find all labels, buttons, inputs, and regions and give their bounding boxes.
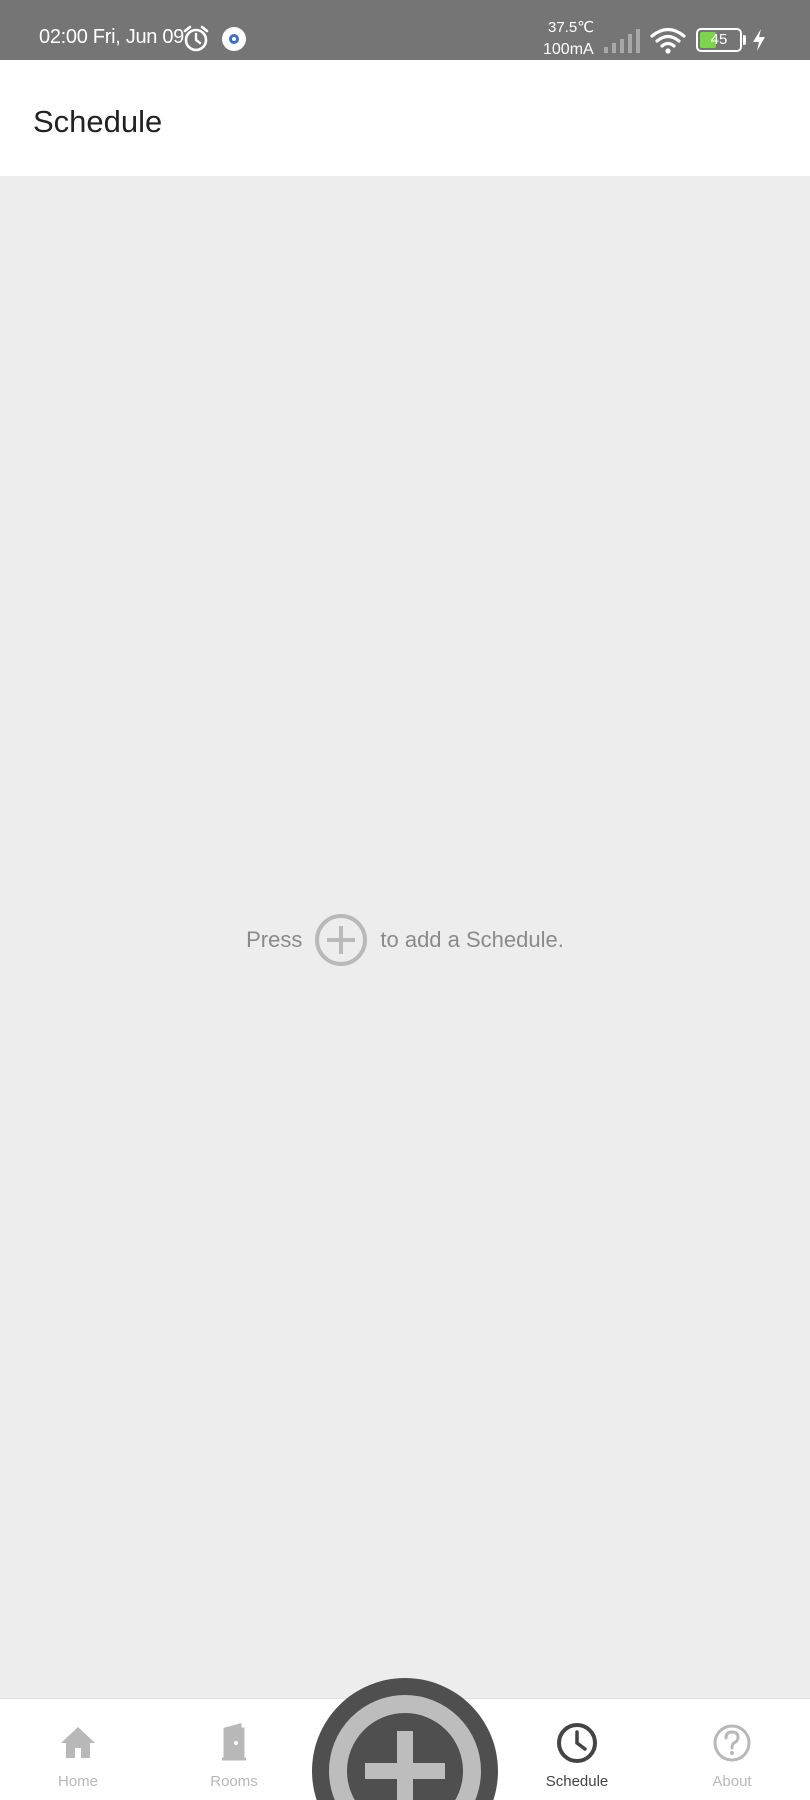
- add-schedule-button[interactable]: [312, 1678, 498, 1800]
- nav-item-rooms[interactable]: Rooms: [164, 1699, 304, 1800]
- battery-level: 45: [710, 31, 728, 48]
- signal-icon: [604, 29, 640, 53]
- question-icon: [713, 1724, 751, 1762]
- door-icon: [222, 1723, 246, 1761]
- nav-item-about[interactable]: About: [662, 1699, 802, 1800]
- status-bar: 02:00 Fri, Jun 09 37.5℃ 100mA 45: [0, 0, 810, 60]
- empty-state-prefix: Press: [246, 927, 303, 952]
- nav-item-home[interactable]: Home: [8, 1699, 148, 1800]
- charging-bolt-icon: [753, 29, 765, 51]
- empty-state-message: Press to add a Schedule.: [0, 912, 810, 968]
- app-bar: Schedule: [0, 60, 810, 176]
- gear-icon: [222, 27, 246, 51]
- nav-item-schedule[interactable]: Schedule: [507, 1699, 647, 1800]
- battery-icon: 45: [696, 28, 742, 52]
- battery-tip: [743, 35, 746, 45]
- nav-label-about: About: [712, 1773, 752, 1790]
- home-icon: [61, 1727, 95, 1758]
- plus-circle-icon: [315, 914, 368, 966]
- clock-icon: [557, 1723, 597, 1763]
- wifi-icon: [650, 27, 686, 54]
- alarm-clock-icon: [183, 25, 209, 52]
- status-temperature: 37.5℃: [548, 19, 595, 36]
- nav-label-rooms: Rooms: [210, 1773, 258, 1790]
- status-time: 02:00 Fri, Jun 09: [39, 26, 184, 48]
- nav-label-schedule: Schedule: [545, 1773, 609, 1790]
- plus-icon: [329, 1695, 481, 1800]
- status-current: 100mA: [543, 41, 594, 58]
- page-title: Schedule: [33, 104, 163, 139]
- nav-label-home: Home: [57, 1773, 98, 1790]
- empty-state-suffix: to add a Schedule.: [380, 927, 564, 952]
